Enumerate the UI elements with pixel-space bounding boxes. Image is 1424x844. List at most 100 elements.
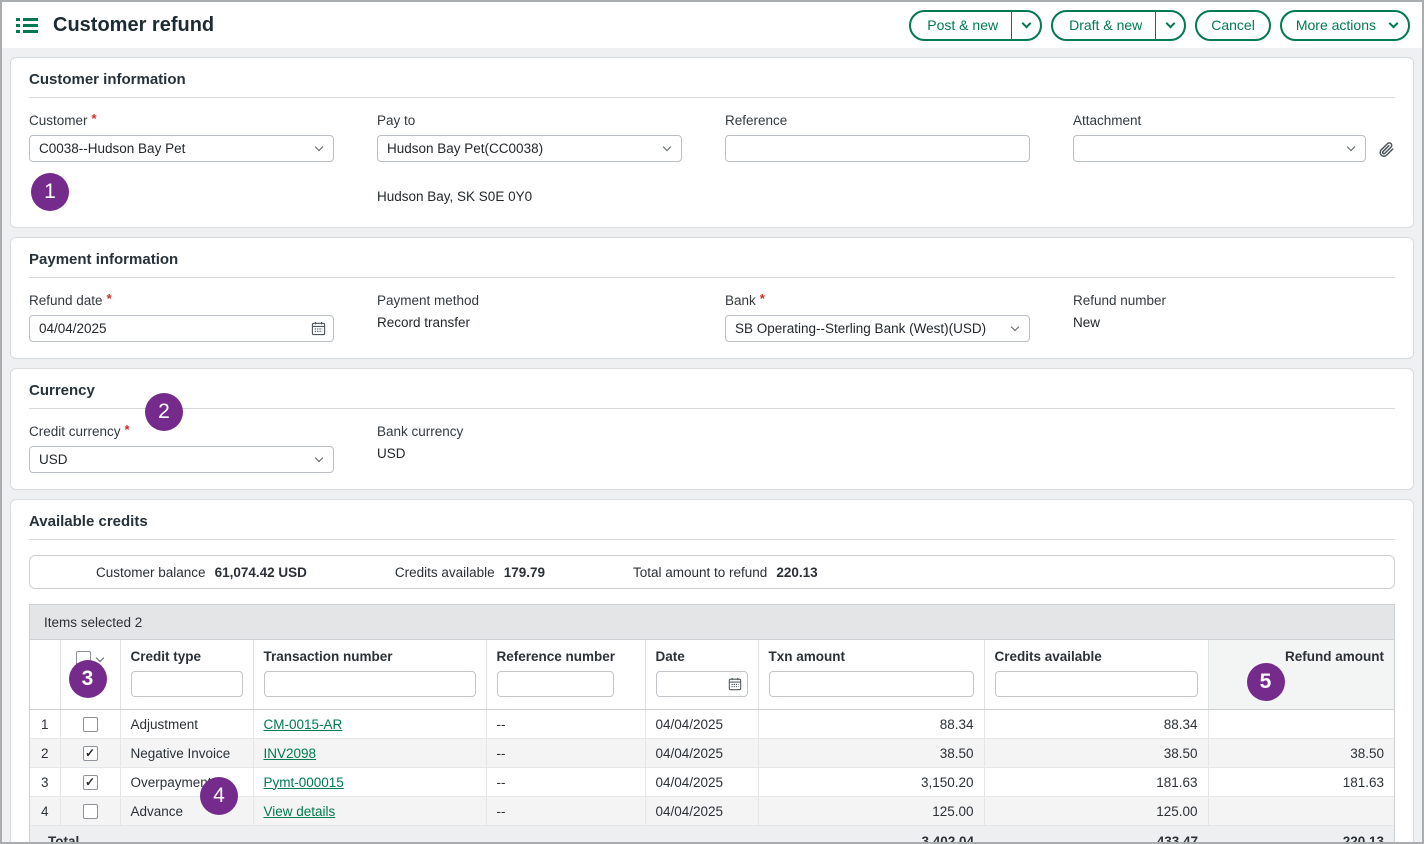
total-row: Total 3,402.04 433.47 220.13 <box>30 826 1394 843</box>
total-refund-label: Total amount to refund <box>633 565 767 580</box>
cancel-label: Cancel <box>1197 17 1269 33</box>
row-number: 2 <box>30 739 60 768</box>
payment-method-value: Record transfer <box>377 315 725 330</box>
chevron-down-icon[interactable] <box>95 654 103 662</box>
credit-currency-label: Credit currency* <box>29 424 377 439</box>
paperclip-icon[interactable] <box>1377 140 1395 158</box>
required-asterisk: * <box>125 422 130 437</box>
customer-balance-label: Customer balance <box>96 565 206 580</box>
credits-available-filter[interactable] <box>995 671 1198 697</box>
row-checkbox[interactable] <box>83 804 98 819</box>
refund-date-label: Refund date* <box>29 293 377 308</box>
bank-value: SB Operating--Sterling Bank (West)(USD) <box>735 321 1004 336</box>
transaction-link[interactable]: INV2098 <box>264 746 317 761</box>
date-cell: 04/04/2025 <box>645 768 758 797</box>
row-checkbox[interactable] <box>83 717 98 732</box>
credit-type-filter[interactable] <box>131 671 243 697</box>
available-credits-panel: Available credits Customer balance 61,07… <box>10 499 1414 842</box>
date-cell: 04/04/2025 <box>645 710 758 739</box>
post-and-new-dropdown[interactable] <box>1012 24 1040 27</box>
reference-number-header: Reference number <box>486 640 645 710</box>
reference-cell: -- <box>486 710 645 739</box>
credit-type-header: Credit type <box>120 640 253 710</box>
credits-available-cell: 181.63 <box>984 768 1208 797</box>
bank-currency-value: USD <box>377 446 725 461</box>
total-txn-amount: 3,402.04 <box>758 826 984 843</box>
credits-summary-bar: Customer balance 61,074.42 USD Credits a… <box>29 555 1395 589</box>
transaction-number-filter[interactable] <box>264 671 476 697</box>
credits-available-summary: Credits available 179.79 <box>395 565 545 580</box>
customer-select[interactable]: C0038--Hudson Bay Pet <box>29 135 334 162</box>
row-checkbox[interactable]: ✓ <box>83 775 98 790</box>
txn-amount-cell: 3,150.20 <box>758 768 984 797</box>
row-number: 1 <box>30 710 60 739</box>
pay-to-address: Hudson Bay, SK S0E 0Y0 <box>377 189 725 204</box>
date-cell: 04/04/2025 <box>645 739 758 768</box>
pay-to-select[interactable]: Hudson Bay Pet(CC0038) <box>377 135 682 162</box>
calendar-icon[interactable] <box>728 677 742 691</box>
credits-available-cell: 88.34 <box>984 710 1208 739</box>
txn-amount-filter[interactable] <box>769 671 974 697</box>
payment-method-label: Payment method <box>377 293 725 308</box>
reference-cell: -- <box>486 768 645 797</box>
cancel-button[interactable]: Cancel <box>1195 10 1271 41</box>
attachment-select[interactable] <box>1073 135 1366 162</box>
refund-amount-cell[interactable]: 181.63 <box>1208 768 1394 797</box>
bank-select[interactable]: SB Operating--Sterling Bank (West)(USD) <box>725 315 1030 342</box>
more-actions-button[interactable]: More actions <box>1280 10 1410 41</box>
row-checkbox[interactable]: ✓ <box>83 746 98 761</box>
attachment-label: Attachment <box>1073 113 1395 128</box>
chevron-down-icon <box>1384 24 1408 27</box>
list-menu-icon[interactable] <box>16 18 38 33</box>
calendar-icon[interactable] <box>311 321 326 336</box>
section-title-payment-information: Payment information <box>29 251 1395 268</box>
credits-available-header: Credits available <box>984 640 1208 710</box>
items-selected-bar: Items selected 2 <box>30 605 1394 640</box>
credits-table: 3 Credit type Transaction number <box>30 640 1394 842</box>
chevron-down-icon <box>663 143 671 151</box>
customer-refund-screen: Customer refund Post & new Draft & new C… <box>0 0 1424 844</box>
date-cell: 04/04/2025 <box>645 797 758 826</box>
refund-amount-header: 5 Refund amount <box>1208 640 1394 710</box>
draft-and-new-button[interactable]: Draft & new <box>1051 10 1186 41</box>
txn-amount-cell: 88.34 <box>758 710 984 739</box>
section-divider <box>29 539 1395 540</box>
reference-label: Reference <box>725 113 1073 128</box>
post-and-new-button[interactable]: Post & new <box>909 10 1042 41</box>
refund-number-label: Refund number <box>1073 293 1395 308</box>
refund-amount-cell[interactable]: 38.50 <box>1208 739 1394 768</box>
more-actions-label: More actions <box>1282 17 1384 33</box>
row-number: 4 <box>30 797 60 826</box>
section-divider <box>29 277 1395 278</box>
draft-and-new-dropdown[interactable] <box>1156 24 1184 27</box>
step-badge-1: 1 <box>31 173 69 211</box>
step-badge-5: 5 <box>1247 663 1285 701</box>
transaction-link[interactable]: CM-0015-AR <box>264 717 343 732</box>
customer-balance: Customer balance 61,074.42 USD <box>96 565 307 580</box>
refund-date-input[interactable]: 04/04/2025 <box>29 315 334 342</box>
currency-panel: 2 Currency Credit currency* USD Bank cur… <box>10 368 1414 490</box>
transaction-link[interactable]: Pymt-000015 <box>264 775 344 790</box>
draft-and-new-label: Draft & new <box>1053 17 1155 33</box>
total-refund-amount: 220.13 <box>1208 826 1394 843</box>
chevron-down-icon <box>1021 18 1031 28</box>
credit-type-cell: Adjustment <box>120 710 253 739</box>
top-actions: Post & new Draft & new Cancel More actio… <box>909 10 1410 41</box>
txn-amount-cell: 125.00 <box>758 797 984 826</box>
bank-currency-label: Bank currency <box>377 424 725 439</box>
chevron-down-icon <box>1347 143 1355 151</box>
customer-label: Customer* <box>29 113 377 128</box>
step-badge-3: 3 <box>69 660 107 698</box>
refund-amount-cell[interactable] <box>1208 710 1394 739</box>
credits-available-cell: 38.50 <box>984 739 1208 768</box>
chevron-down-icon <box>1165 18 1175 28</box>
reference-number-filter[interactable] <box>497 671 614 697</box>
credit-row: 1 Adjustment CM-0015-AR -- 04/04/2025 88… <box>30 710 1394 739</box>
transaction-number-header: Transaction number <box>253 640 486 710</box>
credits-grid: Items selected 2 4 <box>29 604 1395 842</box>
view-details-link[interactable]: View details <box>264 804 336 819</box>
refund-amount-cell[interactable] <box>1208 797 1394 826</box>
section-divider <box>29 408 1395 409</box>
credit-currency-select[interactable]: USD <box>29 446 334 473</box>
reference-input[interactable] <box>725 135 1030 162</box>
